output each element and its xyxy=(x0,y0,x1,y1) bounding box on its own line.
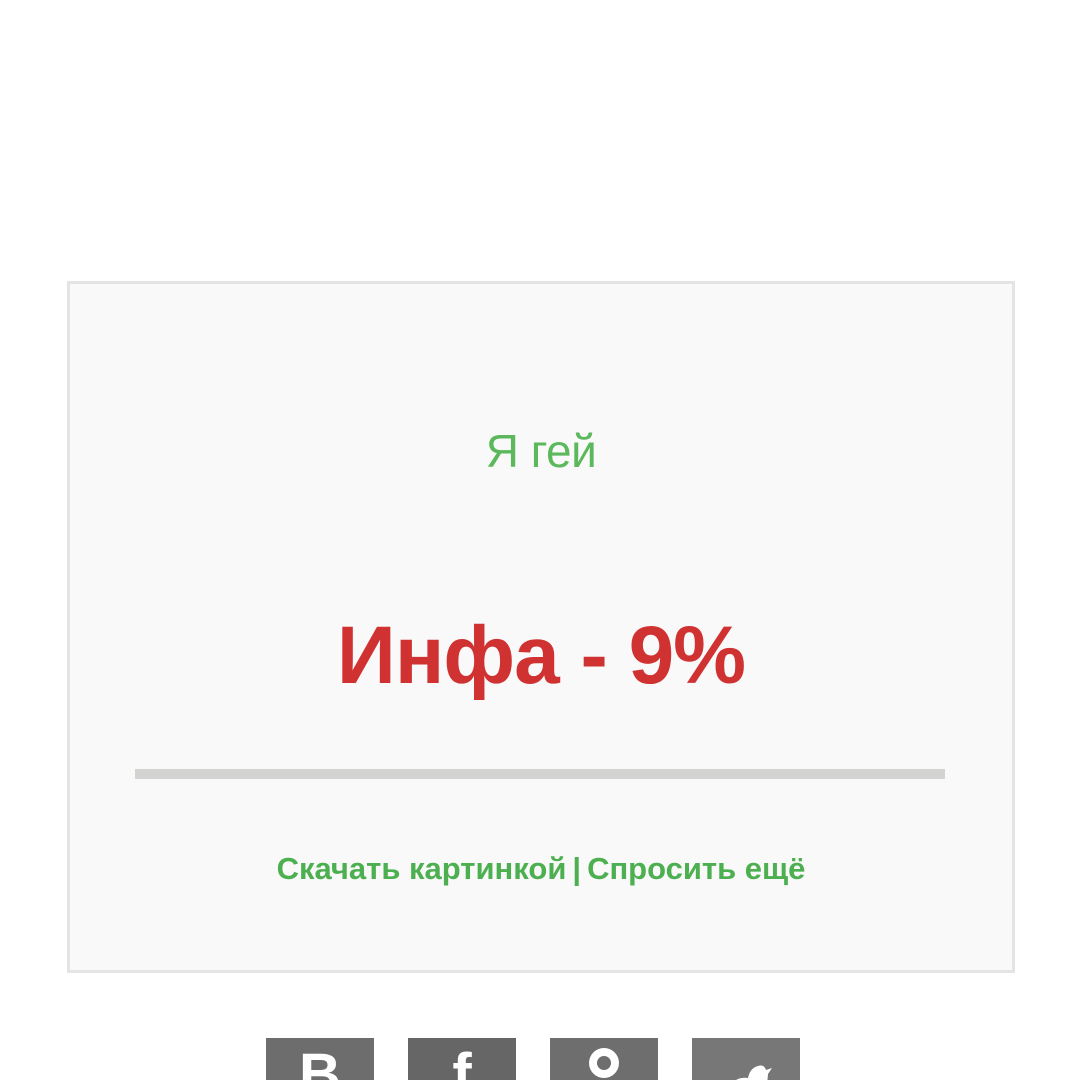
twitter-icon xyxy=(736,1065,772,1080)
share-odnoklassniki-button[interactable] xyxy=(550,1038,658,1080)
share-twitter-button[interactable] xyxy=(692,1038,800,1080)
result-card: Я гей Инфа - 9% Скачать картинкой | Спроси… xyxy=(67,281,1015,973)
question-text: Я гей xyxy=(485,425,597,477)
vk-icon: В xyxy=(299,1042,341,1080)
odnoklassniki-icon xyxy=(589,1048,619,1078)
answer-text: Инфа - 9% xyxy=(336,610,746,701)
download-image-link[interactable]: Скачать картинкой xyxy=(277,851,567,886)
share-vk-button[interactable]: В xyxy=(266,1038,374,1080)
divider xyxy=(135,769,945,779)
facebook-icon: f xyxy=(452,1042,472,1080)
action-links: Скачать картинкой | Спросить ещё xyxy=(70,851,1012,887)
share-facebook-button[interactable]: f xyxy=(408,1038,516,1080)
ask-again-link[interactable]: Спросить ещё xyxy=(587,851,805,886)
page: Я гей Инфа - 9% Скачать картинкой | Спроси… xyxy=(0,0,1080,1080)
link-separator: | xyxy=(572,851,582,886)
share-bar: В f xyxy=(266,1038,800,1080)
